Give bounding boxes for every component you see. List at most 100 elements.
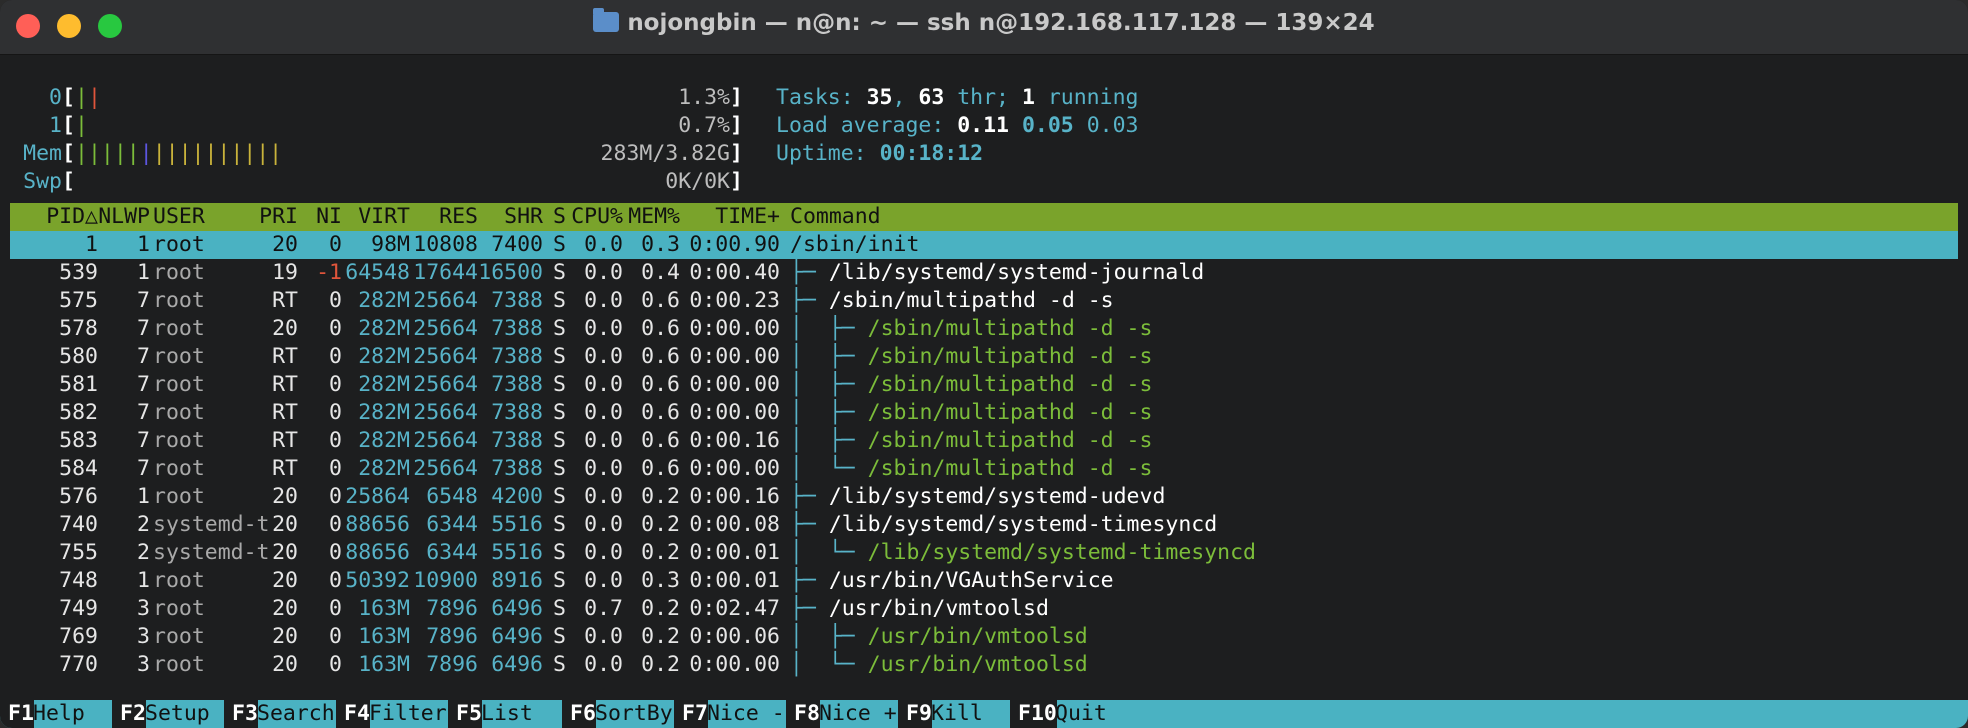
cell-mem: 0.2 (641, 596, 680, 621)
process-row[interactable]: 581 7 root RT 0 282M 25664 7388 S 0.0 0.6 0:00.00 │ … (10, 371, 1958, 399)
col-cpu[interactable]: CPU% (566, 203, 623, 231)
cell-pri: 20 (272, 568, 298, 593)
process-row[interactable]: 770 3 root 20 0 163M 7896 6496 S 0.0 0.2 0:00.00 │ └… (10, 651, 1958, 679)
tree-branch: │ └─ (790, 652, 868, 677)
cell-cpu: 0.0 (584, 400, 623, 425)
cell-nlwp: 7 (137, 372, 150, 397)
cell-mem: 0.6 (641, 372, 680, 397)
process-row[interactable]: 580 7 root RT 0 282M 25664 7388 S 0.0 0.6 0:00.00 │ … (10, 343, 1958, 371)
process-row[interactable]: 755 2 systemd-t 20 0 88656 6344 5516 S 0.0 0.2 0:00… (10, 539, 1958, 567)
function-key-f6[interactable]: F6 (562, 700, 596, 728)
function-key-label[interactable]: Search (257, 700, 335, 728)
function-key-f5[interactable]: F5 (448, 700, 482, 728)
cell-time: 0:00.08 (689, 512, 780, 537)
process-table-header[interactable]: PID△ NLWP USER PRI NI VIRT RES SHR S CPU… (10, 203, 1958, 231)
cell-pid: 575 (59, 288, 98, 313)
col-command[interactable]: Command (790, 203, 881, 231)
cpu1-bar: | (75, 113, 88, 138)
function-key-f2[interactable]: F2 (112, 700, 146, 728)
cell-res: 7896 (426, 596, 478, 621)
cell-time: 0:00.06 (689, 624, 780, 649)
col-mem[interactable]: MEM% (623, 203, 680, 231)
function-key-label[interactable]: Kill (931, 700, 983, 728)
cell-shr: 5516 (491, 512, 543, 537)
col-user[interactable]: USER (153, 203, 205, 231)
cell-virt: 163M (358, 624, 410, 649)
swp-label: Swp (23, 169, 62, 194)
cpu1-label: 1 (49, 113, 62, 138)
col-res[interactable]: RES (410, 203, 478, 231)
cell-pri: 19 (272, 260, 298, 285)
cell-command: │ ├─ /sbin/multipathd -d -s (790, 399, 1152, 427)
cell-user: root (153, 316, 205, 341)
function-key-label[interactable]: List (481, 700, 533, 728)
function-key-f4[interactable]: F4 (336, 700, 370, 728)
col-nlwp[interactable]: NLWP (98, 203, 150, 231)
process-row[interactable]: 769 3 root 20 0 163M 7896 6496 S 0.0 0.2 0:00.06 │ ├… (10, 623, 1958, 651)
cpu0-bar: || (75, 85, 101, 110)
col-time[interactable]: TIME+ (680, 203, 780, 231)
cell-time: 0:00.00 (689, 652, 780, 677)
cell-command: │ ├─ /sbin/multipathd -d -s (790, 315, 1152, 343)
col-shr[interactable]: SHR (478, 203, 543, 231)
function-key-label[interactable]: Filter (369, 700, 447, 728)
function-key-f7[interactable]: F7 (674, 700, 708, 728)
process-list[interactable]: 1 1 root 20 0 98M 10808 7400 S 0.0 0.3 0:00.90/sbin… (10, 231, 1958, 679)
function-key-label[interactable]: Help (33, 700, 85, 728)
cell-s: S (553, 596, 566, 621)
process-row[interactable]: 578 7 root 20 0 282M 25664 7388 S 0.0 0.6 0:00.00 │ … (10, 315, 1958, 343)
cell-user: root (153, 484, 205, 509)
col-virt[interactable]: VIRT (342, 203, 410, 231)
cell-res: 6344 (426, 540, 478, 565)
function-key-f9[interactable]: F9 (898, 700, 932, 728)
col-pid[interactable]: PID△ (10, 203, 98, 231)
cell-command: │ ├─ /sbin/multipathd -d -s (790, 371, 1152, 399)
cell-res: 7896 (426, 624, 478, 649)
cell-s: S (553, 484, 566, 509)
cell-pid: 539 (59, 260, 98, 285)
col-ni[interactable]: NI (298, 203, 342, 231)
htop-screen[interactable]: 0 [ || 1.3% ] Tasks: 35, 63 thr; 1 runni… (10, 84, 1958, 679)
cell-nlwp: 7 (137, 288, 150, 313)
process-row[interactable]: 539 1 root 19 -1 64548 17644 16500 S 0.0 0.4 0:00.4… (10, 259, 1958, 287)
cell-command: │ └─ /usr/bin/vmtoolsd (790, 651, 1088, 679)
process-row[interactable]: 582 7 root RT 0 282M 25664 7388 S 0.0 0.6 0:00.00 │ … (10, 399, 1958, 427)
function-key-f10[interactable]: F10 (1010, 700, 1057, 728)
cell-cpu: 0.0 (584, 344, 623, 369)
process-row[interactable]: 1 1 root 20 0 98M 10808 7400 S 0.0 0.3 0:00.90/sbin… (10, 231, 1958, 259)
cell-command: ├─ /lib/systemd/systemd-udevd (790, 483, 1165, 511)
process-row[interactable]: 749 3 root 20 0 163M 7896 6496 S 0.7 0.2 0:02.47 ├─ … (10, 595, 1958, 623)
col-pri[interactable]: PRI (250, 203, 298, 231)
function-key-f3[interactable]: F3 (224, 700, 258, 728)
cell-pri: RT (272, 288, 298, 313)
process-row[interactable]: 584 7 root RT 0 282M 25664 7388 S 0.0 0.6 0:00.00 │ … (10, 455, 1958, 483)
function-key-label[interactable]: Nice + (819, 700, 897, 728)
command-text: /usr/bin/vmtoolsd (828, 596, 1049, 621)
process-row[interactable]: 576 1 root 20 0 25864 6548 4200 S 0.0 0.2 0:00.16 ├─… (10, 483, 1958, 511)
function-key-label[interactable]: Nice - (707, 700, 785, 728)
process-row[interactable]: 583 7 root RT 0 282M 25664 7388 S 0.0 0.6 0:00.16 │ … (10, 427, 1958, 455)
function-key-f1[interactable]: F1 (0, 700, 34, 728)
title-bar[interactable]: nojongbin — n@n: ~ — ssh n@192.168.117.1… (0, 0, 1968, 55)
process-row[interactable]: 740 2 systemd-t 20 0 88656 6344 5516 S 0.0 0.2 0:00… (10, 511, 1958, 539)
cell-command: /sbin/init (790, 231, 919, 259)
process-row[interactable]: 575 7 root RT 0 282M 25664 7388 S 0.0 0.6 0:00.23 ├─… (10, 287, 1958, 315)
cell-nlwp: 7 (137, 400, 150, 425)
cell-s: S (553, 652, 566, 677)
col-state[interactable]: S (543, 203, 566, 231)
cell-res: 25664 (413, 456, 478, 481)
cell-cpu: 0.0 (584, 260, 623, 285)
function-key-label[interactable]: Quit (1055, 700, 1107, 728)
function-key-label[interactable]: SortBy (595, 700, 673, 728)
cell-pri: 20 (272, 652, 298, 677)
function-key-f8[interactable]: F8 (786, 700, 820, 728)
cell-ni: 0 (329, 372, 342, 397)
folder-icon (593, 8, 620, 32)
tree-branch: ├─ (790, 568, 829, 593)
function-key-label[interactable]: Setup (145, 700, 210, 728)
cell-mem: 0.6 (641, 344, 680, 369)
process-row[interactable]: 748 1 root 20 0 50392 10900 8916 S 0.0 0.3 0:00.01 ├… (10, 567, 1958, 595)
cell-command: ├─ /usr/bin/vmtoolsd (790, 595, 1049, 623)
cell-virt: 282M (358, 316, 410, 341)
